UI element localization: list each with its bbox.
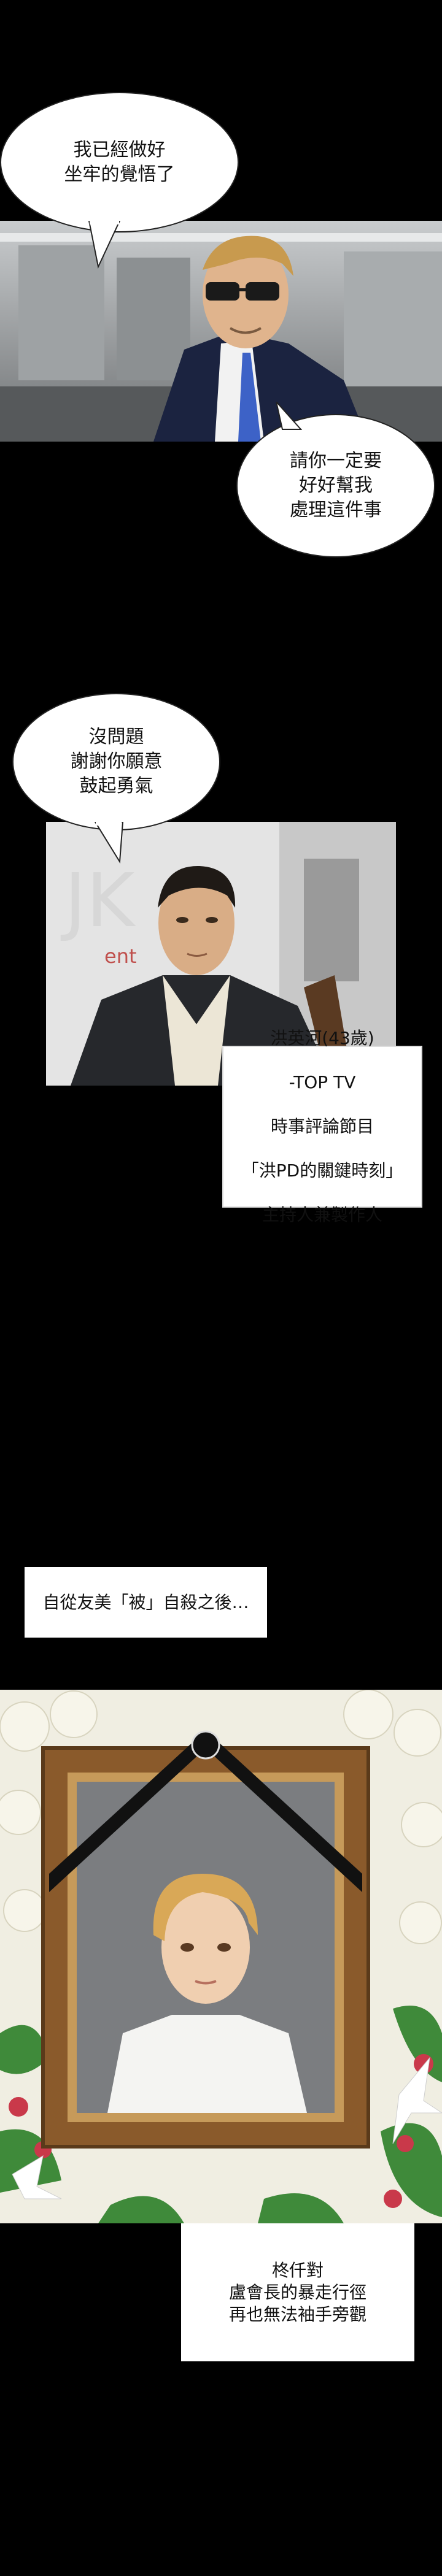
panel-office-man <box>0 221 442 442</box>
wall-sign-sub: ent <box>104 945 137 968</box>
panel-memorial-portrait <box>0 1690 442 2223</box>
speech-bubble-courage: 沒問題 謝謝你願意 鼓起勇氣 <box>12 693 220 830</box>
wall-sign: JK <box>60 859 136 944</box>
caption-line: 主持人兼製作人 <box>262 1205 382 1225</box>
narration-caption-chairman: 柊仟對 盧會長的暴走行徑 再也無法袖手旁觀 <box>181 2223 414 2361</box>
caption-text: 柊仟對 盧會長的暴走行徑 再也無法袖手旁觀 <box>228 2260 366 2325</box>
caption-text: 自從友美「被」自殺之後… <box>42 1592 249 1612</box>
character-intro-caption: 洪英河(43歲) -TOP TV 時事評論節目 「洪PD的關鍵時刻」 主持人兼製… <box>222 1028 422 1225</box>
bubble-tail <box>275 402 303 430</box>
bubble-tail <box>94 822 124 864</box>
caption-line: -TOP TV <box>289 1072 356 1092</box>
bubble-text: 我已經做好 坐牢的覺悟了 <box>64 139 175 185</box>
bubble-text: 沒問題 謝謝你願意 鼓起勇氣 <box>70 726 163 797</box>
caption-lines: 洪英河(43歲) -TOP TV 時事評論節目 「洪PD的關鍵時刻」 主持人兼製… <box>242 1005 403 1248</box>
caption-line: 時事評論節目 <box>270 1116 374 1137</box>
bubble-tail <box>88 221 121 269</box>
memorial-illustration <box>0 1690 442 2223</box>
caption-line: 洪英河(43歲) <box>270 1028 374 1048</box>
speech-bubble-request: 請你一定要 好好幫我 處理這件事 <box>236 414 435 558</box>
narration-caption-since: 自從友美「被」自殺之後… <box>25 1567 267 1638</box>
caption-line: 「洪PD的關鍵時刻」 <box>241 1160 403 1181</box>
bubble-text: 請你一定要 好好幫我 處理這件事 <box>290 450 382 521</box>
speech-bubble-prison: 我已經做好 坐牢的覺悟了 <box>0 92 239 232</box>
office-man-illustration <box>0 221 442 442</box>
